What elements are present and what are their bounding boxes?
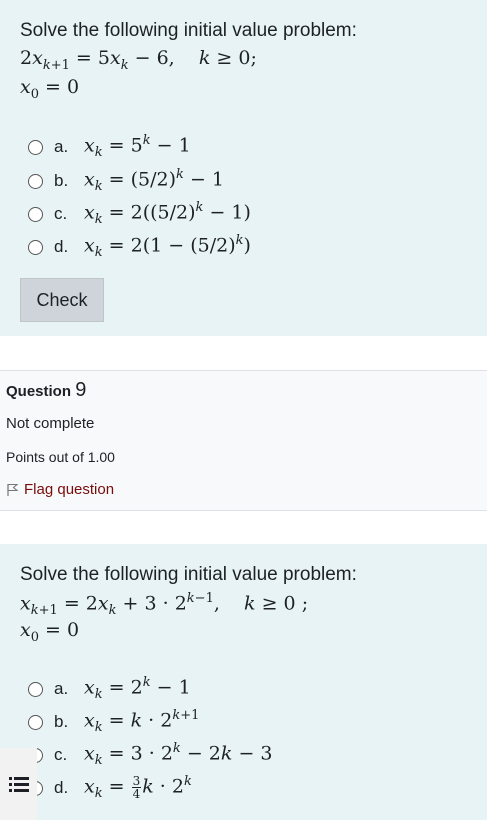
option-letter: c. <box>54 204 68 223</box>
question-1-option-c[interactable]: c. xk = 2((5/2)k − 1) <box>28 200 251 228</box>
flag-question-label: Flag question <box>24 481 115 498</box>
question-2-option-c[interactable]: c. xk = 3 · 2k − 2k − 3 <box>28 741 273 769</box>
question-1-recurrence: 2xk+1 = 5xk − 6, k ≥ 0; <box>20 47 257 73</box>
option-letter: d. <box>54 237 69 256</box>
radio-icon[interactable] <box>28 206 43 222</box>
radio-icon[interactable] <box>28 681 43 697</box>
option-formula: xk = 2k − 1 <box>84 675 191 703</box>
radio-icon[interactable] <box>28 714 43 730</box>
option-formula: xk = (5/2)k − 1 <box>84 167 224 195</box>
radio-icon[interactable] <box>28 139 43 155</box>
question-2-recurrence: xk+1 = 2xk + 3 · 2k−1, k ≥ 0 ; <box>20 591 309 619</box>
question-1-option-b[interactable]: b. xk = (5/2)k − 1 <box>28 167 224 195</box>
option-formula: xk = k · 2k+1 <box>84 708 200 736</box>
question-number-value: 9 <box>75 379 87 401</box>
check-button[interactable]: Check <box>20 278 104 322</box>
option-formula: xk = 5k − 1 <box>84 133 191 161</box>
question-number: Question 9 <box>6 379 86 402</box>
flag-question-link[interactable]: Flag question <box>6 481 114 498</box>
question-1-initial-condition: x0 = 0 <box>20 76 80 102</box>
question-2-option-d[interactable]: d. xk = 34k · 2k <box>28 774 192 802</box>
option-formula: xk = 3 · 2k − 2k − 3 <box>84 741 273 769</box>
option-letter: b. <box>54 712 69 731</box>
option-letter: b. <box>54 171 69 190</box>
option-letter: d. <box>54 778 69 797</box>
question-info: Question 9 Not complete Points out of 1.… <box>0 370 487 511</box>
question-label: Question <box>6 383 72 400</box>
question-1-prompt: Solve the following initial value proble… <box>20 20 357 41</box>
question-1-option-d[interactable]: d. xk = 2(1 − (5/2)k) <box>28 233 251 261</box>
option-letter: c. <box>54 745 68 764</box>
question-2-option-a[interactable]: a. xk = 2k − 1 <box>28 675 191 703</box>
option-formula: xk = 34k · 2k <box>84 774 192 802</box>
flag-icon <box>7 483 19 496</box>
quiz-navigation-toggle[interactable] <box>0 748 37 820</box>
question-2-content: Solve the following initial value proble… <box>0 544 487 820</box>
option-letter: a. <box>54 137 69 156</box>
option-letter: a. <box>54 679 69 698</box>
question-1-option-a[interactable]: a. xk = 5k − 1 <box>28 133 191 161</box>
question-2-prompt: Solve the following initial value proble… <box>20 564 357 585</box>
question-state: Not complete <box>6 415 95 432</box>
question-2-initial-condition: x0 = 0 <box>20 619 80 645</box>
list-icon <box>8 777 29 792</box>
option-formula: xk = 2((5/2)k − 1) <box>84 200 251 228</box>
question-2-option-b[interactable]: b. xk = k · 2k+1 <box>28 708 199 736</box>
question-1-content: Solve the following initial value proble… <box>0 0 487 336</box>
radio-icon[interactable] <box>28 239 43 255</box>
option-formula: xk = 2(1 − (5/2)k) <box>84 233 251 261</box>
radio-icon[interactable] <box>28 173 43 189</box>
question-grade: Points out of 1.00 <box>6 449 115 465</box>
